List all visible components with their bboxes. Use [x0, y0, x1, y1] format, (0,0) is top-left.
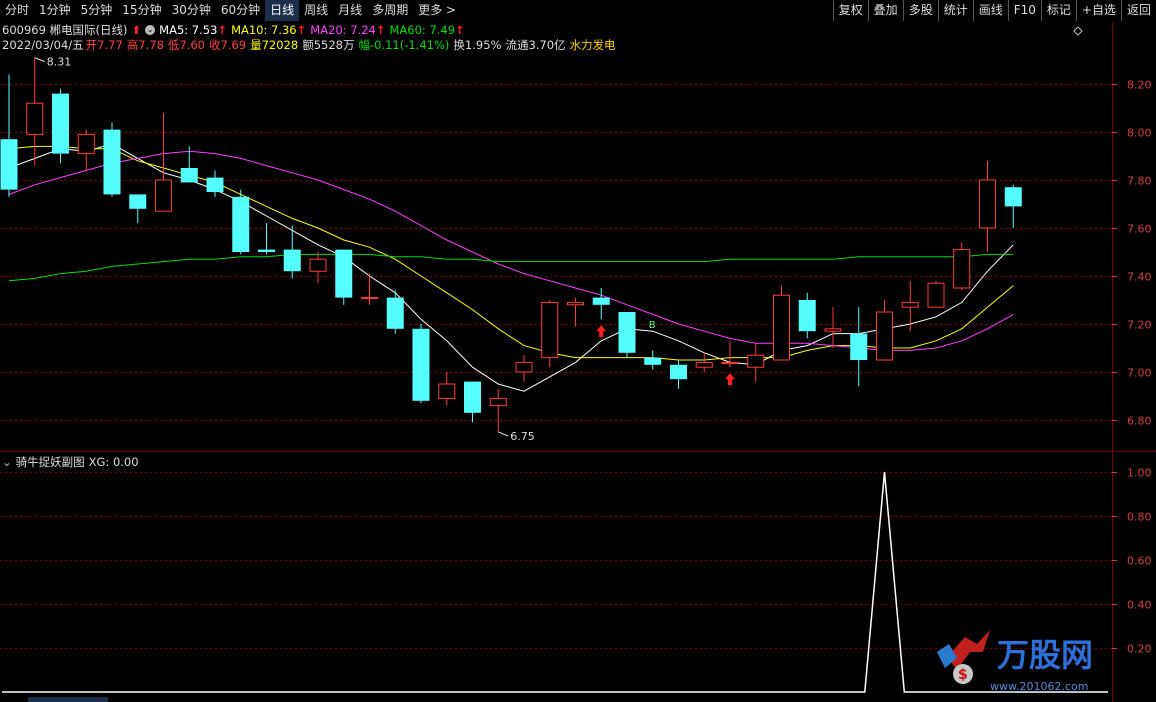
y-tick-label: 7.20: [1127, 319, 1152, 332]
candle-body-up: [901, 301, 919, 308]
candle-body-down: [592, 297, 610, 305]
candle-body-up: [489, 397, 507, 407]
sub-indicator-header: ⌄ 骑牛捉妖副图 XG: 0.00: [2, 454, 143, 469]
candle-body-down: [386, 297, 404, 329]
sub-y-tick-label: 0.40: [1127, 599, 1152, 612]
candle-body-down: [670, 364, 687, 380]
candle-body-down: [644, 357, 662, 365]
sub-y-tick-label: 1.00: [1127, 467, 1152, 480]
candle-body-down: [798, 300, 816, 332]
candle-body-down: [180, 168, 198, 183]
low-pointer: [498, 431, 509, 437]
candle-body-down: [1004, 187, 1022, 207]
candle-body-up: [824, 328, 842, 332]
candle-body-down: [618, 312, 636, 353]
y-tick-label: 7.00: [1127, 367, 1152, 380]
diamond-icon: [1073, 26, 1083, 36]
high-price-label: 8.31: [47, 56, 72, 69]
y-tick-label: 7.60: [1127, 223, 1152, 236]
low-price-label: 6.75: [510, 430, 535, 443]
candle-body-down: [103, 129, 121, 195]
candle-body-down: [0, 139, 18, 190]
candle-body-up: [721, 361, 739, 364]
candle-body-up: [541, 301, 559, 359]
watermark-logo: $ 万股网 www.201062.com: [935, 622, 1145, 697]
candle-body-down: [232, 196, 250, 252]
candle-body-up: [695, 361, 713, 368]
candle-body-up: [876, 311, 893, 361]
sub-y-tick-label: 0.60: [1127, 555, 1152, 568]
ma-line-ma10: [8, 145, 1014, 361]
candle-body-down: [258, 249, 275, 252]
y-tick-label: 7.80: [1127, 175, 1152, 188]
y-tick-label: 8.00: [1127, 127, 1152, 140]
buy-arrow-icon: [596, 325, 607, 338]
candle-body-up: [773, 294, 790, 361]
candle-body-down: [129, 194, 147, 209]
candle-body-up: [953, 249, 971, 289]
candle-body-up: [747, 354, 765, 368]
watermark-brand: 万股网: [997, 636, 1093, 674]
y-tick-label: 8.20: [1127, 79, 1152, 92]
candle-body-up: [309, 258, 327, 272]
candle-body-down: [206, 177, 224, 192]
candle-body-up: [515, 361, 533, 373]
candle-body-up: [979, 179, 996, 229]
candle-body-down: [850, 333, 868, 360]
collapse-icon[interactable]: ⌄: [2, 455, 12, 469]
candle-body-down: [335, 249, 353, 298]
bull-logo-icon: $ 万股网 www.201062.com: [937, 630, 1093, 693]
candle-body-up: [567, 301, 584, 306]
y-tick-label: 7.40: [1127, 271, 1152, 284]
date-scroll-indicator: [28, 697, 108, 702]
sub-y-tick-label: 0.80: [1127, 511, 1152, 524]
candle-body-down: [464, 381, 481, 413]
candle-body-down: [52, 93, 69, 154]
candle-body-down: [412, 328, 430, 401]
candlestick-chart[interactable]: 8.20 8.00 7.80 7.60 7.40 7.20 7.00 6.80 1.00 0.80…: [0, 0, 1156, 702]
candle-body-down: [283, 249, 301, 272]
buy-arrow-icon: [725, 373, 735, 386]
y-tick-label: 6.80: [1127, 415, 1152, 428]
sub-indicator-title: 骑牛捉妖副图: [15, 454, 85, 469]
sub-indicator-value: XG: 0.00: [88, 454, 139, 469]
candle-body-up: [155, 179, 172, 212]
signal-marker-label: B: [649, 320, 656, 331]
watermark-url: www.201062.com: [990, 680, 1088, 693]
candle-body-up: [361, 297, 378, 300]
candle-body-up: [26, 102, 44, 135]
svg-text:$: $: [958, 667, 968, 683]
candle-body-up: [77, 133, 95, 155]
candle-body-up: [438, 383, 456, 399]
candle-body-up: [927, 282, 945, 308]
high-pointer: [34, 57, 45, 63]
